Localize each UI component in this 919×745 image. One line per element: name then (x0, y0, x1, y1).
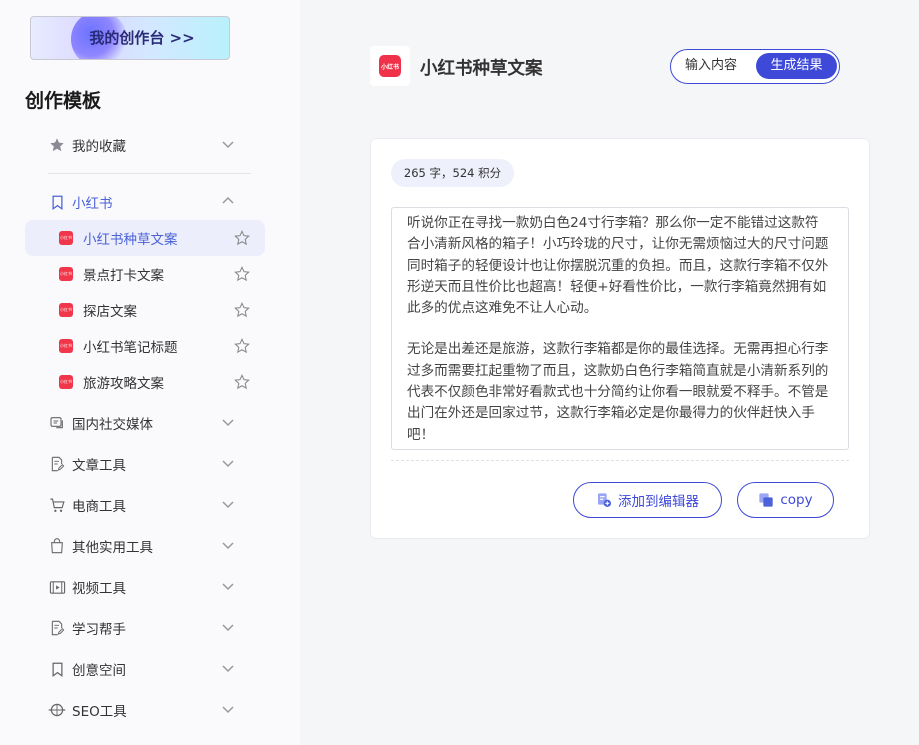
chevron-down-icon (222, 542, 234, 550)
result-paragraph: 听说你正在寻找一款奶白色24寸行李箱？那么你一定不能错过这款符合小清新风格的箱子… (407, 215, 829, 317)
xiaohongshu-logo-icon: 小红书 (59, 231, 73, 245)
sidebar-group-label: 其他实用工具 (72, 540, 153, 556)
chat-icon (48, 414, 66, 432)
sidebar: 我的创作台 >> 创作模板 我的收藏 小红书 小红书 小红书种草文案 小红书 景… (0, 0, 300, 745)
page-title: 小红书种草文案 (420, 59, 543, 79)
app-logo: 小红书 (370, 46, 410, 86)
tab-input-content[interactable]: 输入内容 (685, 50, 737, 82)
sidebar-group-label: 文章工具 (72, 458, 126, 474)
sidebar-item-favorites[interactable]: 我的收藏 (25, 127, 265, 163)
sidebar-subitem-label: 旅游攻略文案 (83, 376, 164, 392)
chevron-down-icon (222, 624, 234, 632)
copy-label: copy (780, 492, 813, 508)
chevron-down-icon (222, 501, 234, 509)
copy-button[interactable]: copy (737, 482, 834, 518)
sidebar-subitem-scenic-checkin[interactable]: 小红书 景点打卡文案 (25, 256, 265, 292)
sidebar-group-label: 国内社交媒体 (72, 417, 153, 433)
sidebar-group-seo-tools[interactable]: SEO工具 (25, 692, 265, 728)
divider (48, 173, 251, 174)
sidebar-subitem-label: 小红书笔记标题 (83, 340, 178, 356)
sidebar-subitem-travel-guide[interactable]: 小红书 旅游攻略文案 (25, 364, 265, 400)
sidebar-subitem-label: 小红书种草文案 (83, 232, 178, 248)
word-count-badge: 265 字，524 积分 (391, 159, 514, 187)
sidebar-subitem-xhs-seeding[interactable]: 小红书 小红书种草文案 (25, 220, 265, 256)
tab-generated-result[interactable]: 生成结果 (756, 53, 837, 79)
sidebar-group-xiaohongshu[interactable]: 小红书 (25, 184, 265, 220)
sidebar-group-creative-space[interactable]: 创意空间 (25, 651, 265, 687)
view-toggle: 输入内容 生成结果 (670, 49, 840, 84)
xiaohongshu-logo-icon: 小红书 (379, 55, 401, 77)
star-outline-icon[interactable] (234, 338, 250, 354)
star-outline-icon[interactable] (234, 266, 250, 282)
star-filled-icon (48, 136, 66, 154)
section-title: 创作模板 (25, 90, 102, 112)
sidebar-item-label: 我的收藏 (72, 139, 126, 155)
divider (391, 460, 849, 461)
sidebar-group-label: 创意空间 (72, 663, 126, 679)
sidebar-group-ecommerce-tools[interactable]: 电商工具 (25, 487, 265, 523)
star-outline-icon[interactable] (234, 374, 250, 390)
chevron-down-icon (222, 419, 234, 427)
chevron-down-icon (222, 706, 234, 714)
sidebar-group-label: 视频工具 (72, 581, 126, 597)
seo-icon (48, 701, 66, 719)
notes-icon (48, 619, 66, 637)
sidebar-group-label: SEO工具 (72, 704, 127, 720)
sidebar-group-label: 电商工具 (72, 499, 126, 515)
sidebar-group-study-helper[interactable]: 学习帮手 (25, 610, 265, 646)
xiaohongshu-logo-icon: 小红书 (59, 267, 73, 281)
add-document-icon (598, 493, 611, 507)
sidebar-group-other-tools[interactable]: 其他实用工具 (25, 528, 265, 564)
studio-button-label: 我的创作台 >> (89, 29, 195, 47)
sidebar-subitem-note-title[interactable]: 小红书 小红书笔记标题 (25, 328, 265, 364)
xiaohongshu-logo-icon: 小红书 (59, 375, 73, 389)
bag-icon (48, 537, 66, 555)
bookmark-icon (48, 660, 66, 678)
chevron-down-icon (222, 460, 234, 468)
chevron-down-icon (222, 665, 234, 673)
document-edit-icon (48, 455, 66, 473)
sidebar-group-article-tools[interactable]: 文章工具 (25, 446, 265, 482)
star-outline-icon[interactable] (234, 302, 250, 318)
sidebar-subitem-label: 探店文案 (83, 304, 137, 320)
result-paragraph: 无论是出差还是旅游，这款行李箱都是你的最佳选择。无需再担心行李过多而需要扛起重物… (407, 341, 829, 443)
sidebar-subitem-store-visit[interactable]: 小红书 探店文案 (25, 292, 265, 328)
sidebar-group-label: 学习帮手 (72, 622, 126, 638)
copy-icon (759, 493, 774, 507)
my-studio-button[interactable]: 我的创作台 >> (30, 16, 230, 60)
add-to-editor-button[interactable]: 添加到编辑器 (573, 482, 722, 518)
sidebar-group-social-media[interactable]: 国内社交媒体 (25, 405, 265, 441)
xiaohongshu-logo-icon: 小红书 (59, 303, 73, 317)
star-outline-icon[interactable] (234, 230, 250, 246)
chevron-up-icon (222, 196, 234, 204)
chevron-down-icon (222, 141, 234, 149)
cart-icon (48, 496, 66, 514)
add-to-editor-label: 添加到编辑器 (618, 494, 699, 510)
sidebar-group-label: 小红书 (72, 196, 113, 212)
sidebar-group-video-tools[interactable]: 视频工具 (25, 569, 265, 605)
xiaohongshu-logo-icon: 小红书 (59, 339, 73, 353)
result-text-area[interactable]: 听说你正在寻找一款奶白色24寸行李箱？那么你一定不能错过这款符合小清新风格的箱子… (391, 207, 849, 450)
chevron-down-icon (222, 583, 234, 591)
film-icon (48, 578, 66, 596)
bookmark-icon (48, 193, 66, 211)
sidebar-subitem-label: 景点打卡文案 (83, 268, 164, 284)
